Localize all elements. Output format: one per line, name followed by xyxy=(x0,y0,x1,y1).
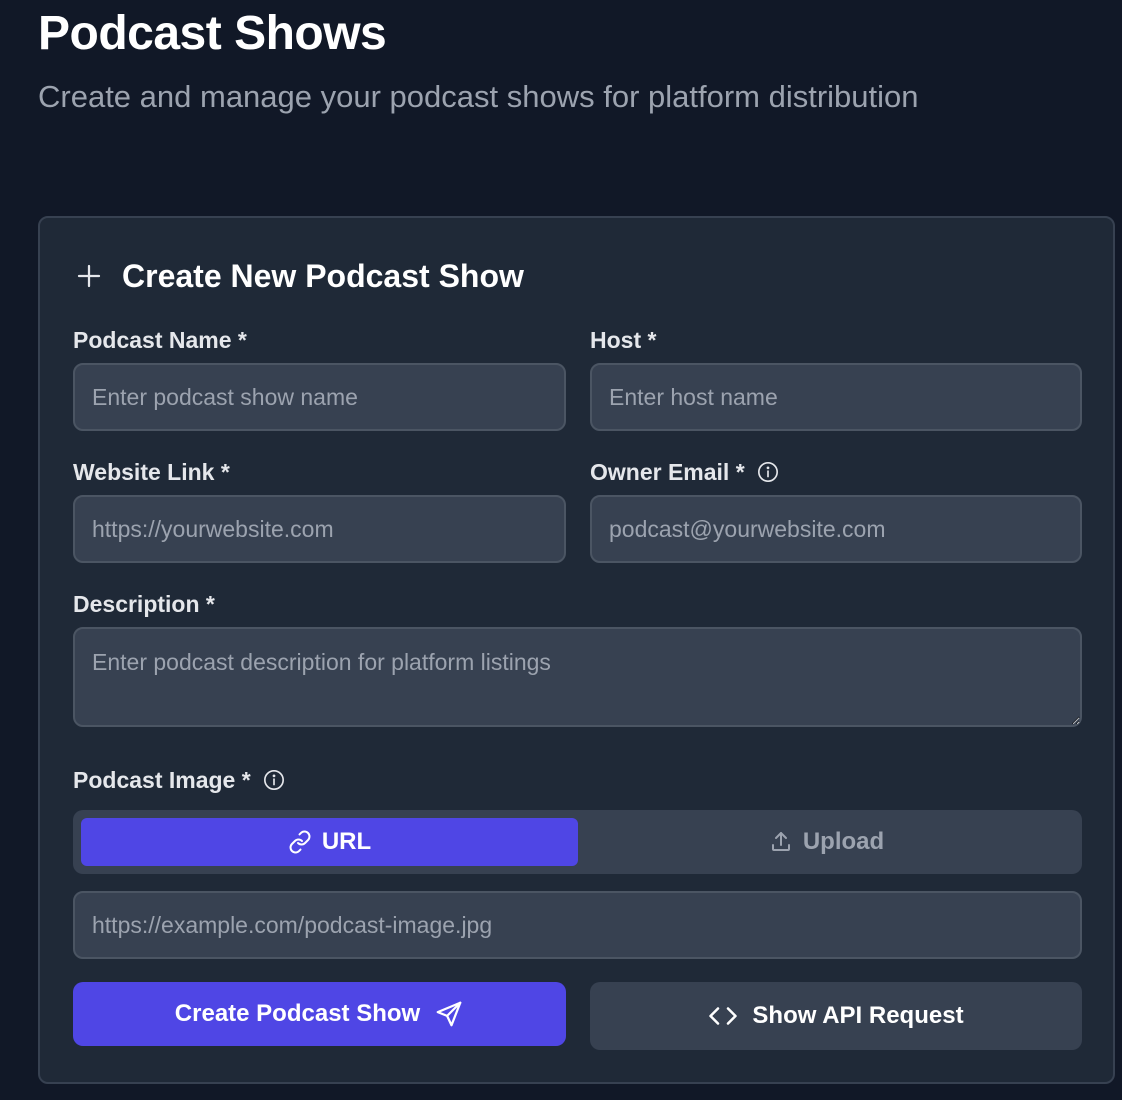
podcast-name-input[interactable] xyxy=(73,363,566,431)
image-source-toggle: URL Upload xyxy=(73,810,1082,874)
link-icon xyxy=(289,830,311,854)
podcast-image-label: Podcast Image * xyxy=(73,765,285,795)
website-label: Website Link * xyxy=(73,457,230,487)
url-mode-label: URL xyxy=(321,828,372,855)
description-label-text: Description * xyxy=(73,590,215,617)
send-icon xyxy=(436,1001,462,1027)
page: Podcast Shows Create and manage your pod… xyxy=(0,0,1122,1100)
upload-mode-label: Upload xyxy=(802,828,885,855)
upload-icon xyxy=(771,832,790,851)
description-textarea[interactable] xyxy=(73,627,1082,727)
podcast-image-label-text: Podcast Image * xyxy=(73,766,251,793)
card-title: Create New Podcast Show xyxy=(122,257,524,294)
host-label-text: Host * xyxy=(590,326,657,353)
plus-icon xyxy=(77,264,101,288)
create-show-card: Create New Podcast Show Podcast Name * H… xyxy=(38,216,1115,1084)
host-input[interactable] xyxy=(590,363,1082,431)
show-api-request-button[interactable]: Show API Request xyxy=(590,982,1082,1050)
website-input[interactable] xyxy=(73,495,566,563)
host-label: Host * xyxy=(590,325,656,355)
create-button-label: Create Podcast Show xyxy=(174,1000,421,1027)
owner-email-label-text: Owner Email * xyxy=(590,458,745,485)
podcast-name-label-text: Podcast Name * xyxy=(73,326,247,353)
info-icon[interactable] xyxy=(263,769,285,791)
show-api-request-label: Show API Request xyxy=(752,1002,964,1029)
description-label: Description * xyxy=(73,589,215,619)
owner-email-label: Owner Email * xyxy=(590,457,779,487)
info-icon[interactable] xyxy=(757,461,779,483)
image-url-input[interactable] xyxy=(73,891,1082,959)
page-title: Podcast Shows xyxy=(38,7,387,60)
page-subtitle: Create and manage your podcast shows for… xyxy=(38,79,919,114)
card-header: Create New Podcast Show xyxy=(74,256,524,296)
create-podcast-show-button[interactable]: Create Podcast Show xyxy=(73,982,566,1046)
url-mode-button[interactable]: URL xyxy=(81,818,578,866)
website-label-text: Website Link * xyxy=(73,458,230,485)
code-icon xyxy=(709,1007,738,1025)
owner-email-input[interactable] xyxy=(590,495,1082,563)
upload-mode-button[interactable]: Upload xyxy=(578,818,1075,866)
podcast-name-label: Podcast Name * xyxy=(73,325,247,355)
